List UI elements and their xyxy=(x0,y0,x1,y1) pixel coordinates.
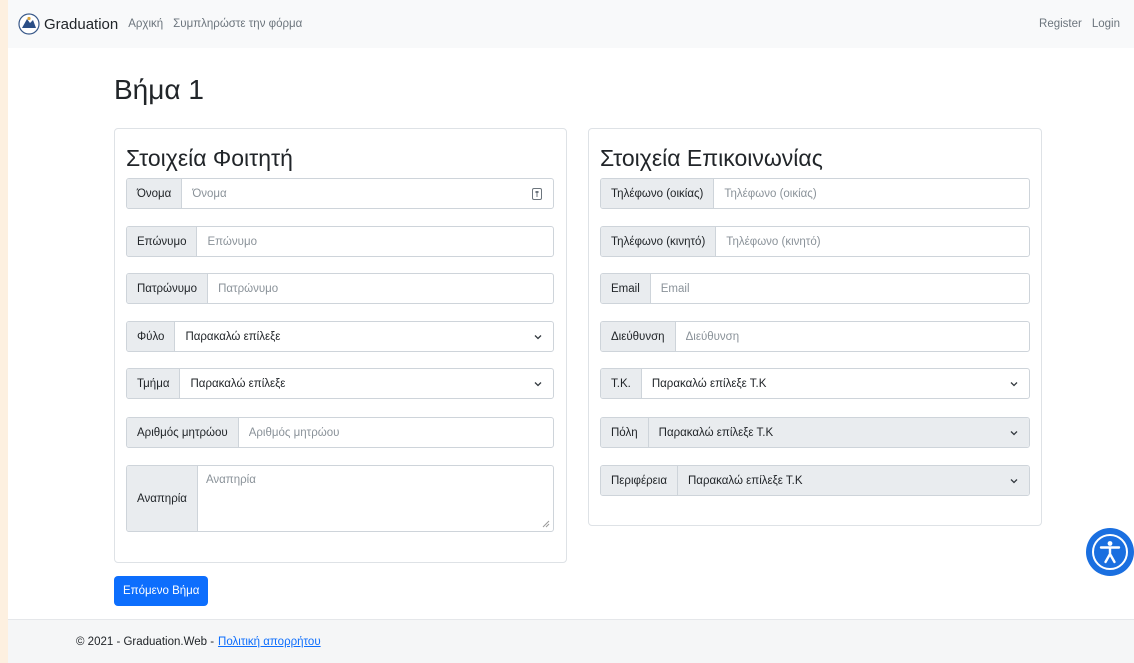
region-label: Περιφέρεια xyxy=(601,466,678,495)
registry-number-label: Αριθμός μητρώου xyxy=(127,418,239,447)
brand-name: Graduation xyxy=(44,15,119,33)
accessibility-icon xyxy=(1092,534,1128,570)
city-selected-value: Παρακαλώ επίλεξε Τ.Κ xyxy=(658,426,774,439)
gender-select[interactable]: Παρακαλώ επίλεξε xyxy=(175,322,553,351)
email-label: Email xyxy=(601,274,651,303)
surname-label: Επώνυμο xyxy=(127,227,198,256)
mobile-phone-field-group: Τηλέφωνο (κινητό) xyxy=(600,226,1030,257)
graduation-logo-icon xyxy=(18,13,40,35)
chevron-down-icon xyxy=(534,381,542,386)
father-name-field-group: Πατρώνυμο xyxy=(126,273,554,304)
resize-grip-icon[interactable] xyxy=(542,520,550,528)
nav-link-login[interactable]: Login xyxy=(1092,18,1120,30)
address-input[interactable] xyxy=(675,322,1029,351)
student-info-card: Στοιχεία Φοιτητή Όνομα Επώνυμο Πατρώνυμο… xyxy=(114,128,567,563)
brand[interactable]: Graduation xyxy=(18,13,118,35)
contact-card-title: Στοιχεία Επικοινωνίας xyxy=(600,145,823,171)
home-phone-input[interactable] xyxy=(714,179,1029,208)
gender-label: Φύλο xyxy=(127,322,176,351)
mobile-phone-label: Τηλέφωνο (κινητό) xyxy=(601,227,717,256)
region-selected-value: Παρακαλώ επίλεξε Τ.Κ xyxy=(687,474,803,487)
chevron-down-icon xyxy=(1010,381,1018,386)
chevron-down-icon xyxy=(1010,430,1018,435)
footer-copyright: © 2021 - Graduation.Web - xyxy=(76,635,215,648)
nav-link-register[interactable]: Register xyxy=(1039,18,1082,30)
name-field-group: Όνομα xyxy=(126,178,554,209)
name-label: Όνομα xyxy=(127,179,183,208)
postal-code-label: Τ.Κ. xyxy=(601,369,642,398)
registry-number-field-group: Αριθμός μητρώου xyxy=(126,417,554,448)
nav-link-fill-form[interactable]: Συμπληρώστε την φόρμα xyxy=(173,18,302,30)
disability-label: Αναπηρία xyxy=(127,466,198,531)
city-select[interactable]: Παρακαλώ επίλεξε Τ.Κ xyxy=(648,418,1029,447)
address-field-group: Διεύθυνση xyxy=(600,321,1030,352)
page-title: Βήμα 1 xyxy=(114,74,204,105)
father-name-label: Πατρώνυμο xyxy=(127,274,209,303)
disability-field-group: Αναπηρία xyxy=(126,465,554,532)
registry-number-input[interactable] xyxy=(238,418,553,447)
student-card-title: Στοιχεία Φοιτητή xyxy=(126,145,293,171)
home-phone-label: Τηλέφωνο (οικίας) xyxy=(601,179,715,208)
city-label: Πόλη xyxy=(601,418,649,447)
chevron-down-icon xyxy=(1010,478,1018,483)
department-select[interactable]: Παρακαλώ επίλεξε xyxy=(180,369,553,398)
navbar: Graduation Αρχική Συμπληρώστε την φόρμα … xyxy=(8,0,1134,48)
chevron-down-icon xyxy=(534,334,542,339)
postal-code-select[interactable]: Παρακαλώ επίλεξε Τ.Κ xyxy=(642,369,1029,398)
surname-input[interactable] xyxy=(197,227,553,256)
surname-field-group: Επώνυμο xyxy=(126,226,554,257)
department-field-group: Τμήμα Παρακαλώ επίλεξε xyxy=(126,368,554,399)
region-select[interactable]: Παρακαλώ επίλεξε Τ.Κ xyxy=(677,466,1029,495)
department-label: Τμήμα xyxy=(127,369,181,398)
postal-code-field-group: Τ.Κ. Παρακαλώ επίλεξε Τ.Κ xyxy=(600,368,1030,399)
email-input[interactable] xyxy=(650,274,1029,303)
accessibility-button[interactable] xyxy=(1086,528,1134,576)
gender-field-group: Φύλο Παρακαλώ επίλεξε xyxy=(126,321,554,352)
mobile-phone-input[interactable] xyxy=(716,227,1029,256)
gender-selected-value: Παρακαλώ επίλεξε xyxy=(185,330,281,343)
name-input[interactable] xyxy=(182,179,531,208)
disability-textarea[interactable] xyxy=(197,466,553,531)
nav-link-home[interactable]: Αρχική xyxy=(128,18,163,30)
postal-code-selected-value: Παρακαλώ επίλεξε Τ.Κ xyxy=(651,377,767,390)
privacy-policy-link[interactable]: Πολιτική απορρήτου xyxy=(218,636,321,648)
email-field-group: Email xyxy=(600,273,1030,304)
region-field-group: Περιφέρεια Παρακαλώ επίλεξε Τ.Κ xyxy=(600,465,1030,496)
city-field-group: Πόλη Παρακαλώ επίλεξε Τ.Κ xyxy=(600,417,1030,448)
address-label: Διεύθυνση xyxy=(601,322,676,351)
next-step-button[interactable]: Επόμενο Βήμα xyxy=(114,576,209,606)
footer: © 2021 - Graduation.Web - Πολιτική απορρ… xyxy=(8,619,1134,663)
contact-info-card: Στοιχεία Επικοινωνίας Τηλέφωνο (οικίας) … xyxy=(588,128,1042,526)
father-name-input[interactable] xyxy=(208,274,553,303)
department-selected-value: Παρακαλώ επίλεξε xyxy=(190,377,286,390)
page: Graduation Αρχική Συμπληρώστε την φόρμα … xyxy=(8,0,1134,663)
autofill-key-icon[interactable] xyxy=(531,187,543,201)
home-phone-field-group: Τηλέφωνο (οικίας) xyxy=(600,178,1030,209)
